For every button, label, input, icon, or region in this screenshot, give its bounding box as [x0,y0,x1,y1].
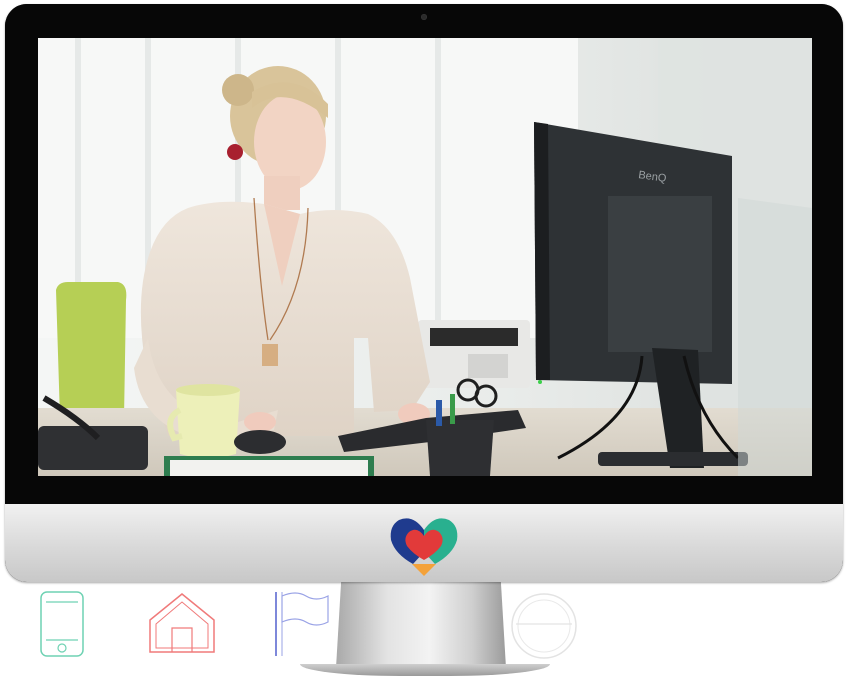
office-scene: BenQ [38,38,812,476]
circle-outline-icon [511,593,577,659]
imac-monitor: BenQ [5,4,843,582]
flag-outline-icon [275,592,329,656]
phone-outline-icon [40,591,84,657]
monitor-chin [5,504,843,582]
monitor-stand [336,582,506,668]
video-frame[interactable]: BenQ [38,38,812,476]
house-outline-icon [149,593,215,653]
heart-logo-icon [390,518,458,576]
webcam-icon [421,14,427,20]
monitor-stand-foot [300,664,550,676]
